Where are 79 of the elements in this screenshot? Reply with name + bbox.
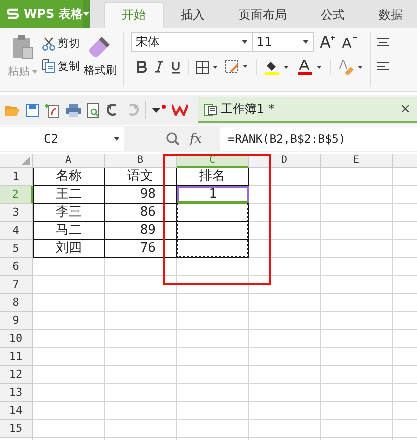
table-cell: 排名 [177, 168, 249, 186]
row-header[interactable]: 5 [0, 240, 33, 258]
table-cell: 98 [105, 186, 177, 204]
italic-icon[interactable] [154, 61, 164, 73]
ribbon-tab[interactable]: 数据 [362, 3, 417, 28]
row-header[interactable]: 11 [0, 348, 33, 366]
align-top-icon[interactable] [377, 38, 389, 48]
bold-icon[interactable] [137, 61, 147, 73]
row-header[interactable]: 6 [0, 258, 33, 276]
table-cell: 89 [105, 222, 177, 240]
eraser-icon[interactable] [338, 60, 364, 74]
table-cell: 名称 [33, 168, 105, 186]
insert-function-button[interactable]: fx [190, 132, 202, 146]
table-cell: 马二 [33, 222, 105, 240]
copy-icon [42, 59, 56, 74]
name-box[interactable]: C2 [0, 127, 124, 151]
row-header[interactable]: 13 [0, 384, 33, 402]
row-header[interactable]: 1 [0, 168, 33, 186]
customize-dropdown-icon[interactable] [152, 105, 166, 115]
scissors-icon [42, 36, 56, 50]
close-tab-button[interactable]: × [400, 102, 411, 116]
caret-icon [32, 70, 38, 74]
align-left-icon[interactable] [377, 62, 389, 72]
caret-icon [242, 40, 248, 44]
cell-style-icon[interactable] [225, 60, 249, 74]
app-name: WPS 表格 [24, 6, 83, 22]
decrease-font-icon[interactable] [342, 35, 358, 49]
copy-button[interactable]: 复制 [42, 59, 80, 74]
font-family-dropdown[interactable]: 宋体 [131, 32, 253, 52]
formula-field[interactable]: =RANK(B2,B$2:B$5) [220, 127, 417, 151]
table-cell [177, 222, 249, 240]
row-header[interactable]: 8 [0, 294, 33, 312]
fill-color-icon[interactable] [264, 60, 290, 74]
row-header[interactable]: 7 [0, 276, 33, 294]
underline-icon[interactable] [171, 60, 181, 74]
ribbon-tab[interactable]: 页面布局 [222, 3, 304, 28]
column-header[interactable]: E [321, 154, 393, 168]
format-painter-button[interactable]: 格式刷 [84, 34, 117, 91]
search-icon[interactable] [166, 132, 180, 146]
row-header[interactable]: 15 [0, 420, 33, 438]
increase-font-icon[interactable] [320, 35, 336, 49]
font-color-icon[interactable] [297, 60, 323, 74]
table-cell: 李三 [33, 204, 105, 222]
row-header[interactable]: 10 [0, 330, 33, 348]
column-header[interactable]: A [33, 154, 105, 168]
font-size-dropdown[interactable]: 11 [252, 32, 314, 52]
row-header[interactable]: 9 [0, 312, 33, 330]
printer-icon[interactable] [66, 104, 81, 116]
table-cell [177, 240, 249, 258]
table-cell: 1 [177, 186, 249, 204]
export-pdf-icon[interactable] [45, 102, 60, 118]
clipboard-icon [11, 34, 35, 60]
document-tab[interactable]: 工作簿1 * × [198, 97, 417, 123]
column-header[interactable]: B [105, 154, 177, 168]
row-header[interactable]: 12 [0, 366, 33, 384]
ribbon-tab[interactable]: 公式 [304, 3, 362, 28]
wps-logo-icon[interactable] [172, 104, 188, 116]
row-header[interactable]: 14 [0, 402, 33, 420]
save-icon[interactable] [26, 104, 39, 116]
table-cell: 76 [105, 240, 177, 258]
wps-logo-icon [6, 8, 20, 20]
table-cell [177, 204, 249, 222]
ribbon-tab[interactable]: 插入 [164, 3, 222, 28]
row-header[interactable]: 3 [0, 204, 33, 222]
corner-triangle-icon [22, 157, 30, 165]
table-cell: 刘四 [33, 240, 105, 258]
caret-icon [114, 137, 120, 141]
table-cell: 语文 [105, 168, 177, 186]
table-cell: 86 [105, 204, 177, 222]
caret-icon [303, 40, 309, 44]
borders-icon[interactable] [196, 60, 218, 74]
caret-icon [82, 12, 90, 16]
column-header[interactable]: D [249, 154, 321, 168]
row-header[interactable]: 4 [0, 222, 33, 240]
ribbon-tab[interactable]: 开始 [104, 2, 164, 28]
print-preview-icon[interactable] [87, 102, 101, 118]
cut-button[interactable]: 剪切 [42, 36, 80, 51]
table-cell: 王二 [33, 186, 105, 204]
spreadsheet-icon [204, 102, 217, 116]
